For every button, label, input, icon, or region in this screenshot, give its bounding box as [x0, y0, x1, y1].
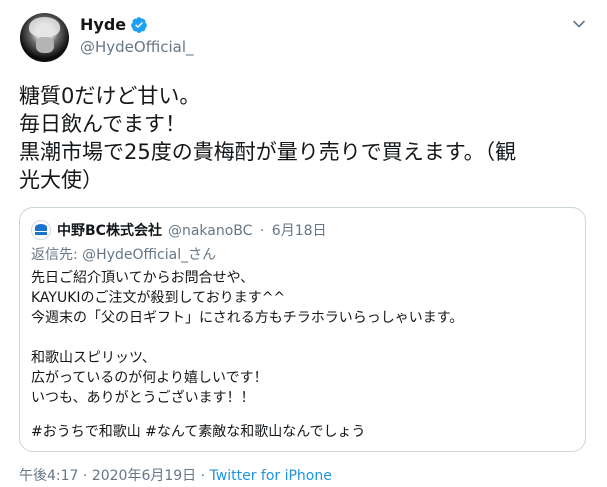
tweet-text: 糖質0だけど甘い。 毎日飲んでます！ 黒潮市場で25度の貴梅酎が量り売りで買えま…: [19, 82, 589, 194]
tweet-time[interactable]: 午後4:17: [19, 468, 78, 484]
quoted-tweet-date: 6月18日: [271, 223, 327, 239]
quoted-meta-separator: ·: [259, 223, 265, 239]
reply-to-label: 返信先:: [31, 247, 78, 263]
quoted-body-line: 先日ご紹介頂いてからお問合せや、: [31, 270, 255, 286]
quoted-tweet[interactable]: 中野BC株式会社 @nakanoBC · 6月18日 返信先: @HydeOffi…: [19, 207, 586, 452]
quoted-body-line: 広がっているのが何より嬉しいです！: [31, 370, 268, 386]
author-display-name[interactable]: Hyde: [80, 15, 126, 34]
quoted-author-name: 中野BC株式会社: [57, 223, 162, 239]
quoted-hashtags[interactable]: #おうちで和歌山 #なんて素敵な和歌山なんでしょう: [31, 421, 366, 441]
tweet-date[interactable]: 2020年6月19日: [92, 468, 196, 484]
quoted-tweet-body: 先日ご紹介頂いてからお問合せや、 KAYUKIのご注文が殺到しております^^ 今…: [31, 268, 576, 428]
reply-to-mention: @HydeOfficial_さん: [82, 247, 217, 263]
tweet-text-line: 光大使）: [19, 168, 103, 192]
author-handle[interactable]: @HydeOfficial_: [80, 38, 194, 56]
chevron-down-icon[interactable]: [572, 17, 586, 31]
quoted-author-handle: @nakanoBC: [167, 223, 253, 239]
tweet-text-line: 黒潮市場で25度の貴梅酎が量り売りで買えます。（観: [19, 140, 517, 164]
reply-to-line: 返信先: @HydeOfficial_さん: [31, 244, 216, 264]
verified-badge-icon: [131, 16, 147, 33]
quoted-author-avatar: [31, 220, 51, 240]
tweet-footer: 午後4:17 · 2020年6月19日 · Twitter for iPhone: [19, 465, 332, 485]
quoted-body-line: 今週末の「父の日ギフト」にされる方もチラホラいらっしゃいます。: [31, 310, 464, 326]
author-avatar[interactable]: [20, 13, 69, 62]
tweet-card: Hyde @HydeOfficial_ 糖質0だけど甘い。 毎日飲んでます！ 黒…: [0, 0, 607, 487]
footer-separator: ·: [82, 468, 88, 484]
quoted-body-line: KAYUKIのご注文が殺到しております^^: [31, 290, 286, 306]
footer-separator: ·: [200, 468, 206, 484]
author-name-row[interactable]: Hyde: [80, 15, 148, 34]
quoted-body-line: [31, 328, 576, 348]
quoted-body-line: いつも、ありがとうございます！！: [31, 390, 255, 406]
quoted-tweet-header: 中野BC株式会社 @nakanoBC · 6月18日: [57, 220, 327, 240]
tweet-source-link[interactable]: Twitter for iPhone: [210, 468, 332, 484]
tweet-text-line: 糖質0だけど甘い。: [19, 84, 201, 108]
tweet-text-line: 毎日飲んでます！: [19, 112, 186, 136]
quoted-body-line: 和歌山スピリッツ、: [31, 350, 156, 366]
